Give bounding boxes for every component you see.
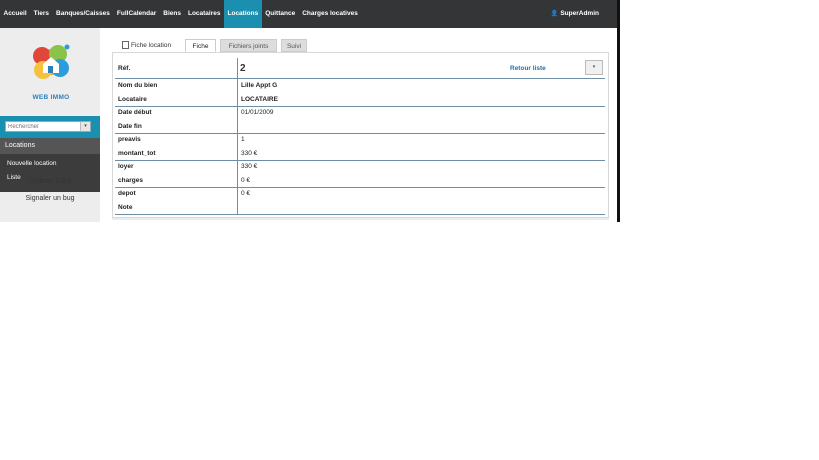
- field-label-date-fin: Date fin: [118, 123, 142, 130]
- search-box: ▾: [5, 121, 91, 132]
- menu-quittance[interactable]: Quittance: [262, 0, 299, 28]
- ref-label: Réf.: [118, 65, 131, 72]
- user-menu[interactable]: 👤 SuperAdmin: [551, 0, 599, 28]
- row-separator: [115, 187, 605, 188]
- field-value-loyer: 330 €: [241, 163, 258, 170]
- ref-value: 2: [240, 63, 246, 74]
- logo-icon[interactable]: [26, 40, 76, 86]
- field-label-locataire: Locataire: [118, 96, 147, 103]
- tab-fichiers-joints[interactable]: Fichiers joints: [220, 39, 277, 52]
- column-separator: [237, 58, 238, 214]
- field-value-charges: 0 €: [241, 177, 251, 184]
- row-separator: [115, 133, 605, 134]
- field-value-preavis: 1: [241, 136, 245, 143]
- report-bug-link[interactable]: Signaler un bug: [0, 195, 100, 202]
- app-window: Accueil Tiers Banques/Caisses FullCalend…: [0, 0, 617, 222]
- chevron-down-icon: ▾: [592, 64, 596, 70]
- tab-title-label: Fiche location: [131, 42, 172, 49]
- document-icon: [122, 41, 129, 50]
- menu-biens[interactable]: Biens: [160, 0, 185, 28]
- tab-suivi[interactable]: Suivi: [281, 39, 307, 52]
- field-value-locataire[interactable]: LOCATAIRE: [241, 96, 278, 103]
- top-menu: Accueil Tiers Banques/Caisses FullCalend…: [0, 0, 361, 28]
- menu-accueil[interactable]: Accueil: [0, 0, 30, 28]
- menu-charges-locatives[interactable]: Charges locatives: [299, 0, 362, 28]
- field-label-montant-tot: montant_tot: [118, 150, 156, 157]
- left-sidebar: WEB IMMO ▾ Locations Nouvelle location L…: [0, 28, 100, 222]
- row-separator: [115, 160, 605, 161]
- menu-banques-caisses[interactable]: Banques/Caisses: [53, 0, 114, 28]
- row-separator: [115, 214, 605, 215]
- row-separator: [115, 106, 605, 107]
- menu-tiers[interactable]: Tiers: [30, 0, 52, 28]
- menu-locataires[interactable]: Locataires: [184, 0, 224, 28]
- window-edge: [617, 0, 620, 222]
- menu-locations[interactable]: Locations: [224, 0, 262, 28]
- field-label-preavis: preavis: [118, 136, 141, 143]
- field-value-montant-tot: 330 €: [241, 150, 258, 157]
- field-label-note: Note: [118, 204, 133, 211]
- tab-page-title: Fiche location: [118, 39, 175, 52]
- field-label-nom-du-bien: Nom du bien: [118, 82, 158, 89]
- version-text: Dolibarr 3.9.0: [28, 178, 72, 185]
- field-label-depot: depot: [118, 190, 136, 197]
- field-label-charges: charges: [118, 177, 143, 184]
- field-value-depot: 0 €: [241, 190, 251, 197]
- search-input[interactable]: [6, 122, 84, 131]
- top-navbar: Accueil Tiers Banques/Caisses FullCalend…: [0, 0, 617, 28]
- back-to-list-link[interactable]: Retour liste: [510, 65, 546, 72]
- field-label-date-debut: Date début: [118, 109, 152, 116]
- left-menu-title[interactable]: Locations: [0, 138, 100, 154]
- left-menu-nouvelle-location[interactable]: Nouvelle location: [7, 160, 57, 167]
- location-card: [112, 52, 609, 218]
- field-value-date-debut: 01/01/2009: [241, 109, 274, 116]
- logo-text: WEB IMMO: [32, 94, 70, 101]
- user-icon: 👤: [550, 11, 559, 17]
- row-separator: [115, 78, 605, 79]
- search-bar: ▾: [0, 116, 100, 138]
- field-label-loyer: loyer: [118, 163, 134, 170]
- user-name: SuperAdmin: [560, 10, 599, 17]
- nav-dropdown-button[interactable]: ▾: [585, 60, 603, 75]
- menu-fullcalendar[interactable]: FullCalendar: [113, 0, 159, 28]
- tab-fiche[interactable]: Fiche: [185, 39, 216, 52]
- field-value-nom-du-bien[interactable]: Lille Appt G: [241, 82, 277, 89]
- dropdown-arrow-icon[interactable]: ▾: [80, 122, 90, 131]
